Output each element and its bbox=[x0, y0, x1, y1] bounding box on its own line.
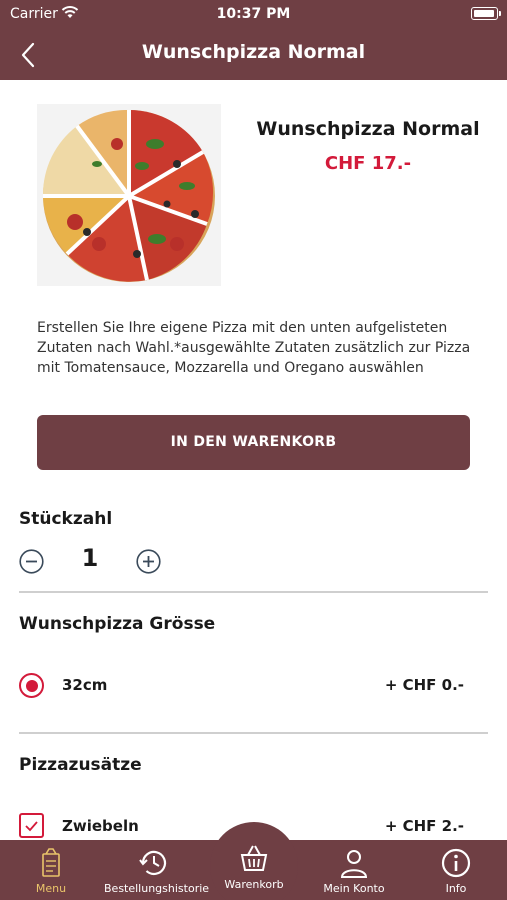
tab-history-label: Bestellungshistorie bbox=[104, 882, 210, 895]
history-icon bbox=[139, 850, 167, 876]
add-to-cart-button[interactable]: IN DEN WARENKORB bbox=[37, 415, 470, 470]
status-bar: Carrier 10:37 PM bbox=[0, 0, 507, 28]
page-title: Wunschpizza Normal bbox=[141, 41, 366, 63]
size-section-title: Wunschpizza Grösse bbox=[19, 614, 216, 634]
pizza-image bbox=[37, 104, 221, 286]
tab-cart-label: Warenkorb bbox=[224, 878, 284, 891]
checkmark-icon bbox=[25, 821, 38, 832]
minus-icon[interactable] bbox=[19, 549, 44, 574]
extra-checkbox-zwiebeln[interactable] bbox=[19, 813, 44, 838]
size-option-label: 32cm bbox=[62, 676, 108, 694]
tab-info-label: Info bbox=[445, 882, 467, 895]
basket-icon bbox=[240, 845, 268, 871]
tab-cart[interactable]: Warenkorb bbox=[210, 822, 298, 900]
quantity-value: 1 bbox=[81, 544, 99, 572]
section-divider bbox=[19, 732, 488, 734]
size-radio-32cm[interactable] bbox=[19, 673, 44, 698]
tab-info[interactable]: Info bbox=[412, 840, 500, 900]
tab-account-label: Mein Konto bbox=[323, 882, 385, 895]
nav-bar: Wunschpizza Normal bbox=[0, 28, 507, 80]
person-icon bbox=[340, 850, 368, 878]
extra-option-price: + CHF 2.- bbox=[384, 817, 464, 835]
tab-menu-label: Menu bbox=[35, 882, 67, 895]
battery-icon bbox=[471, 7, 501, 20]
status-time: 10:37 PM bbox=[216, 6, 291, 22]
section-divider bbox=[19, 591, 488, 593]
quantity-title: Stückzahl bbox=[19, 509, 113, 529]
product-description: Erstellen Sie Ihre eigene Pizza mit den … bbox=[37, 320, 471, 376]
extras-section-title: Pizzazusätze bbox=[19, 755, 142, 775]
tab-account[interactable]: Mein Konto bbox=[308, 840, 400, 900]
product-name: Wunschpizza Normal bbox=[256, 118, 480, 140]
tab-menu[interactable]: Menu bbox=[4, 840, 98, 900]
size-option-price: + CHF 0.- bbox=[384, 676, 464, 694]
chevron-left-icon[interactable] bbox=[14, 40, 44, 70]
product-detail-screen: Carrier 10:37 PM Wunschpizza Normal Wuns… bbox=[0, 0, 507, 900]
info-icon bbox=[441, 848, 471, 878]
tab-history[interactable]: Bestellungshistorie bbox=[104, 840, 210, 900]
extra-option-label: Zwiebeln bbox=[62, 817, 139, 835]
product-price: CHF 17.- bbox=[324, 153, 412, 174]
menu-icon bbox=[42, 848, 60, 877]
plus-icon[interactable] bbox=[136, 549, 161, 574]
